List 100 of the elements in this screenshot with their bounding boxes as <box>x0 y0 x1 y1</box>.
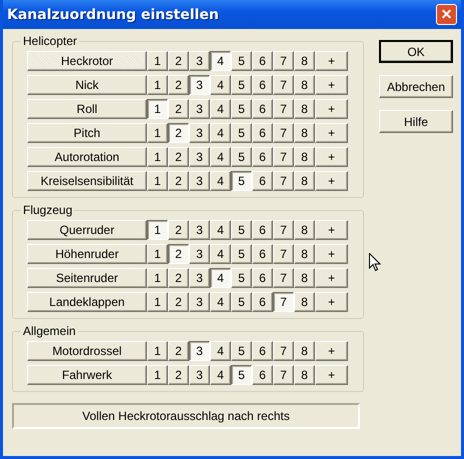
function-button[interactable]: Pitch <box>27 123 147 143</box>
channel-button[interactable]: 3 <box>189 268 210 288</box>
function-button[interactable]: Querruder <box>27 220 147 240</box>
channel-button[interactable]: 4 <box>210 244 231 264</box>
channel-button[interactable]: 2 <box>168 99 189 119</box>
function-button[interactable]: Höhenruder <box>27 244 147 264</box>
channel-button[interactable]: 4 <box>210 220 231 240</box>
add-button[interactable]: + <box>315 268 348 288</box>
add-button[interactable]: + <box>315 341 348 361</box>
channel-button[interactable]: 2 <box>168 147 189 167</box>
channel-button[interactable]: 1 <box>147 220 168 240</box>
channel-button[interactable]: 2 <box>168 123 189 143</box>
channel-button[interactable]: 7 <box>273 220 294 240</box>
channel-button[interactable]: 1 <box>147 51 168 71</box>
channel-button[interactable]: 1 <box>147 244 168 264</box>
channel-button[interactable]: 4 <box>210 51 231 71</box>
channel-button[interactable]: 5 <box>231 99 252 119</box>
channel-button[interactable]: 2 <box>168 268 189 288</box>
channel-button[interactable]: 3 <box>189 51 210 71</box>
function-button[interactable]: Autorotation <box>27 147 147 167</box>
add-button[interactable]: + <box>315 75 348 95</box>
channel-button[interactable]: 7 <box>273 147 294 167</box>
channel-button[interactable]: 2 <box>168 341 189 361</box>
channel-button[interactable]: 7 <box>273 365 294 385</box>
function-button[interactable]: Motordrossel <box>27 341 147 361</box>
channel-button[interactable]: 6 <box>252 75 273 95</box>
add-button[interactable]: + <box>315 99 348 119</box>
channel-button[interactable]: 6 <box>252 292 273 312</box>
close-button[interactable]: × <box>436 4 457 25</box>
channel-button[interactable]: 6 <box>252 244 273 264</box>
channel-button[interactable]: 7 <box>273 99 294 119</box>
channel-button[interactable]: 6 <box>252 99 273 119</box>
function-button[interactable]: Fahrwerk <box>27 365 147 385</box>
function-button[interactable]: Kreiselsensibilität <box>27 171 147 191</box>
channel-button[interactable]: 5 <box>231 365 252 385</box>
function-button[interactable]: Nick <box>27 75 147 95</box>
channel-button[interactable]: 3 <box>189 220 210 240</box>
channel-button[interactable]: 5 <box>231 268 252 288</box>
add-button[interactable]: + <box>315 123 348 143</box>
channel-button[interactable]: 4 <box>210 171 231 191</box>
channel-button[interactable]: 1 <box>147 123 168 143</box>
add-button[interactable]: + <box>315 292 348 312</box>
channel-button[interactable]: 1 <box>147 99 168 119</box>
channel-button[interactable]: 3 <box>189 341 210 361</box>
channel-button[interactable]: 4 <box>210 365 231 385</box>
channel-button[interactable]: 4 <box>210 99 231 119</box>
channel-button[interactable]: 7 <box>273 75 294 95</box>
channel-button[interactable]: 4 <box>210 75 231 95</box>
channel-button[interactable]: 3 <box>189 123 210 143</box>
channel-button[interactable]: 8 <box>294 171 315 191</box>
channel-button[interactable]: 6 <box>252 341 273 361</box>
channel-button[interactable]: 6 <box>252 220 273 240</box>
channel-button[interactable]: 8 <box>294 147 315 167</box>
add-button[interactable]: + <box>315 365 348 385</box>
add-button[interactable]: + <box>315 244 348 264</box>
channel-button[interactable]: 6 <box>252 171 273 191</box>
channel-button[interactable]: 6 <box>252 51 273 71</box>
channel-button[interactable]: 2 <box>168 292 189 312</box>
channel-button[interactable]: 7 <box>273 268 294 288</box>
channel-button[interactable]: 5 <box>231 244 252 264</box>
channel-button[interactable]: 3 <box>189 147 210 167</box>
channel-button[interactable]: 2 <box>168 244 189 264</box>
channel-button[interactable]: 7 <box>273 123 294 143</box>
channel-button[interactable]: 8 <box>294 99 315 119</box>
channel-button[interactable]: 6 <box>252 268 273 288</box>
channel-button[interactable]: 2 <box>168 75 189 95</box>
channel-button[interactable]: 5 <box>231 220 252 240</box>
dialog-button[interactable]: Abbrechen <box>379 75 453 98</box>
channel-button[interactable]: 1 <box>147 365 168 385</box>
channel-button[interactable]: 2 <box>168 51 189 71</box>
channel-button[interactable]: 3 <box>189 171 210 191</box>
channel-button[interactable]: 7 <box>273 171 294 191</box>
channel-button[interactable]: 6 <box>252 147 273 167</box>
channel-button[interactable]: 4 <box>210 123 231 143</box>
channel-button[interactable]: 8 <box>294 292 315 312</box>
function-button[interactable]: Seitenruder <box>27 268 147 288</box>
channel-button[interactable]: 8 <box>294 244 315 264</box>
channel-button[interactable]: 8 <box>294 123 315 143</box>
channel-button[interactable]: 7 <box>273 51 294 71</box>
channel-button[interactable]: 7 <box>273 292 294 312</box>
channel-button[interactable]: 6 <box>252 123 273 143</box>
channel-button[interactable]: 8 <box>294 365 315 385</box>
channel-button[interactable]: 5 <box>231 171 252 191</box>
function-button[interactable]: Landeklappen <box>27 292 147 312</box>
channel-button[interactable]: 5 <box>231 123 252 143</box>
channel-button[interactable]: 5 <box>231 292 252 312</box>
channel-button[interactable]: 3 <box>189 244 210 264</box>
channel-button[interactable]: 2 <box>168 220 189 240</box>
channel-button[interactable]: 1 <box>147 268 168 288</box>
channel-button[interactable]: 1 <box>147 147 168 167</box>
add-button[interactable]: + <box>315 220 348 240</box>
channel-button[interactable]: 3 <box>189 292 210 312</box>
add-button[interactable]: + <box>315 171 348 191</box>
dialog-button[interactable]: OK <box>379 40 453 63</box>
channel-button[interactable]: 1 <box>147 292 168 312</box>
channel-button[interactable]: 1 <box>147 171 168 191</box>
channel-button[interactable]: 5 <box>231 147 252 167</box>
channel-button[interactable]: 2 <box>168 171 189 191</box>
channel-button[interactable]: 8 <box>294 75 315 95</box>
channel-button[interactable]: 5 <box>231 341 252 361</box>
